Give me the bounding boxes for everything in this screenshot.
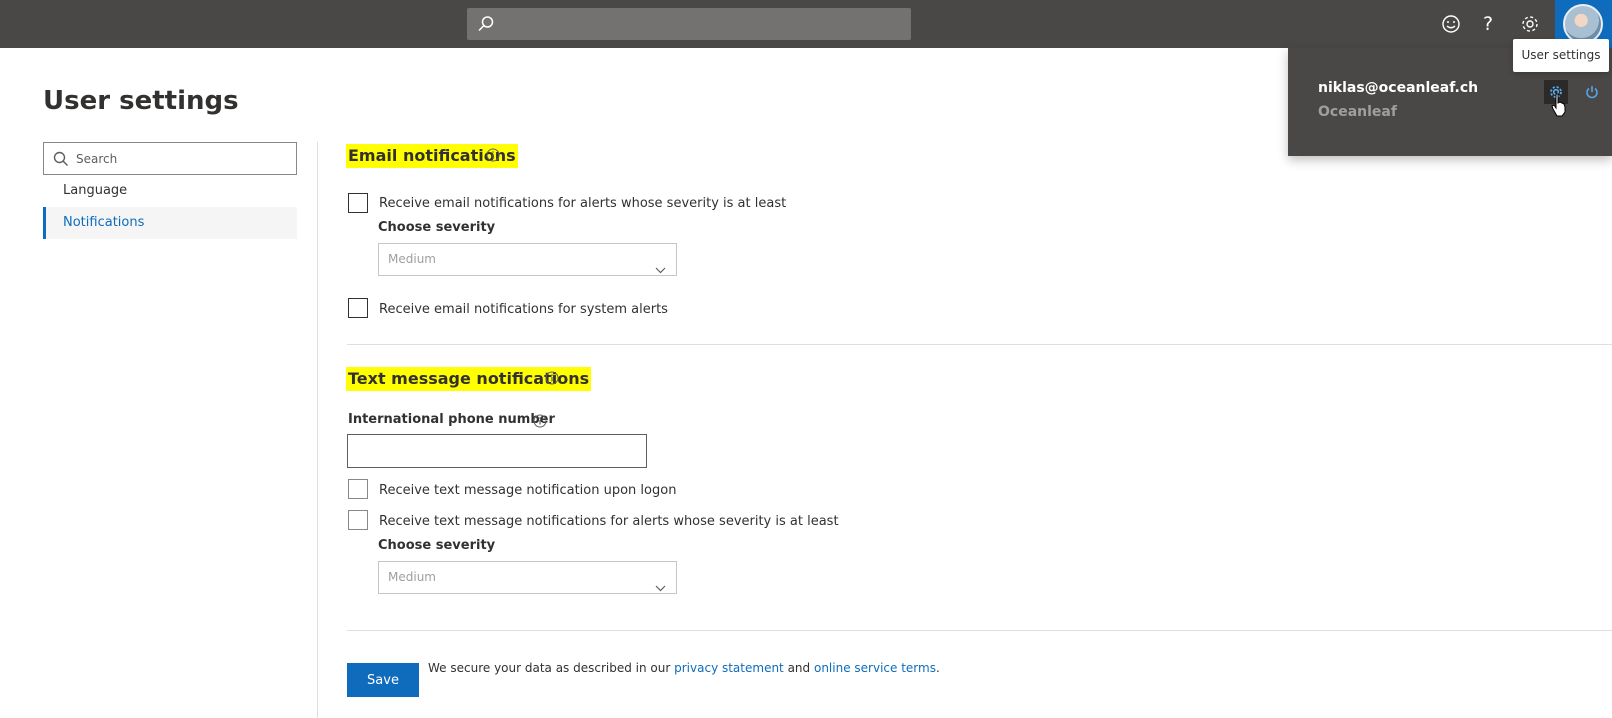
text-severity-checkbox-label: Receive text message notifications for a… <box>379 514 839 529</box>
account-email: niklas@oceanleaf.ch <box>1318 80 1479 96</box>
gear-icon[interactable] <box>1518 12 1542 36</box>
email-severity-checkbox-label: Receive email notifications for alerts w… <box>379 196 787 211</box>
global-search[interactable] <box>467 8 911 40</box>
phone-number-input[interactable] <box>347 434 647 468</box>
smiley-icon[interactable] <box>1439 12 1463 36</box>
online-service-terms-link[interactable]: online service terms <box>814 661 936 675</box>
footer-text-before: We secure your data as described in our <box>428 661 675 675</box>
text-severity-checkbox[interactable] <box>348 510 368 530</box>
info-icon[interactable] <box>545 371 559 385</box>
email-choose-severity-label: Choose severity <box>378 220 496 235</box>
footer-text-middle: and <box>783 661 814 675</box>
hand-cursor-icon <box>1551 93 1567 121</box>
section-divider <box>347 630 1612 631</box>
phone-number-label: International phone number <box>348 412 555 427</box>
section-divider <box>347 344 1612 345</box>
user-settings-tooltip: User settings <box>1513 39 1609 72</box>
info-icon[interactable] <box>486 148 500 162</box>
search-icon <box>53 151 69 171</box>
page-title: User settings <box>43 86 239 116</box>
email-system-alerts-label: Receive email notifications for system a… <box>379 302 668 317</box>
sidebar-search[interactable] <box>43 142 297 175</box>
info-icon[interactable] <box>533 414 547 428</box>
footer-text-after: . <box>935 661 940 675</box>
vertical-divider <box>317 142 318 718</box>
top-bar: ? <box>0 0 1612 48</box>
chevron-down-icon <box>655 573 666 604</box>
dropdown-value: Medium <box>388 252 436 266</box>
power-icon <box>1586 86 1598 99</box>
email-severity-dropdown[interactable]: Medium <box>378 243 677 276</box>
sidebar-item-label: Notifications <box>63 215 145 230</box>
dropdown-value: Medium <box>388 570 436 584</box>
help-icon[interactable]: ? <box>1476 12 1500 36</box>
email-system-alerts-checkbox[interactable] <box>348 298 368 318</box>
privacy-statement-link[interactable]: privacy statement <box>674 661 784 675</box>
sidebar-item-language[interactable]: Language <box>43 175 297 207</box>
email-severity-checkbox[interactable] <box>348 193 368 213</box>
text-choose-severity-label: Choose severity <box>378 538 496 553</box>
sidebar-item-label: Language <box>63 183 128 198</box>
global-search-input[interactable] <box>503 8 903 40</box>
save-button[interactable]: Save <box>347 663 419 697</box>
avatar <box>1563 4 1603 44</box>
search-icon <box>477 15 495 37</box>
settings-sidebar: Language Notifications <box>43 142 297 239</box>
text-logon-checkbox[interactable] <box>348 479 368 499</box>
sign-out-button[interactable] <box>1580 80 1604 104</box>
sidebar-search-input[interactable] <box>74 143 294 174</box>
text-logon-label: Receive text message notification upon l… <box>379 483 677 498</box>
chevron-down-icon <box>655 255 666 286</box>
footer-privacy-text: We secure your data as described in our … <box>428 661 940 675</box>
text-severity-dropdown[interactable]: Medium <box>378 561 677 594</box>
account-org: Oceanleaf <box>1318 104 1397 120</box>
sidebar-item-notifications[interactable]: Notifications <box>43 207 297 239</box>
